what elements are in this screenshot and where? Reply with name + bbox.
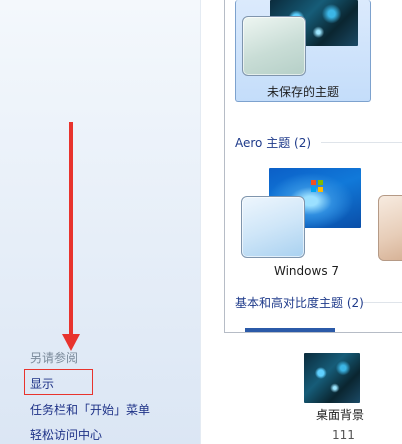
group-divider (321, 142, 402, 143)
windows-flag-icon (311, 180, 323, 192)
theme-list-panel[interactable]: 未保存的主题 Aero 主题 (2) Windows 7 基本和高对比度主题 (… (224, 0, 402, 333)
pane-divider (200, 0, 203, 444)
theme-settings-strip: 桌面背景 111 (224, 333, 402, 444)
display-link[interactable]: 显示 (30, 375, 54, 392)
theme-glass-color-preview (241, 196, 305, 258)
annotation-arrow-shaft (69, 122, 73, 338)
theme-tile-label: Windows 7 (274, 264, 340, 278)
left-navigation-pane: 另请参阅 显示 任务栏和「开始」菜单 轻松访问中心 (0, 0, 200, 444)
basic-high-contrast-themes-header: 基本和高对比度主题 (2) (235, 296, 364, 310)
taskbar-start-menu-link[interactable]: 任务栏和「开始」菜单 (30, 401, 150, 418)
see-also-heading: 另请参阅 (30, 351, 79, 365)
group-divider (363, 302, 402, 303)
desktop-background-thumbnail[interactable] (304, 353, 360, 403)
ease-of-access-center-link[interactable]: 轻松访问中心 (30, 426, 102, 443)
theme-tile-unsaved[interactable]: 未保存的主题 (235, 0, 371, 102)
theme-glass-color-preview (242, 16, 306, 76)
theme-tile-windows-7[interactable]: Windows 7 (235, 164, 371, 282)
theme-tile-partial[interactable] (378, 195, 402, 261)
aero-themes-header: Aero 主题 (2) (235, 136, 312, 150)
desktop-background-sublabel: 111 (332, 428, 355, 442)
desktop-background-label[interactable]: 桌面背景 (316, 406, 364, 423)
theme-tile-label: 未保存的主题 (267, 85, 340, 99)
